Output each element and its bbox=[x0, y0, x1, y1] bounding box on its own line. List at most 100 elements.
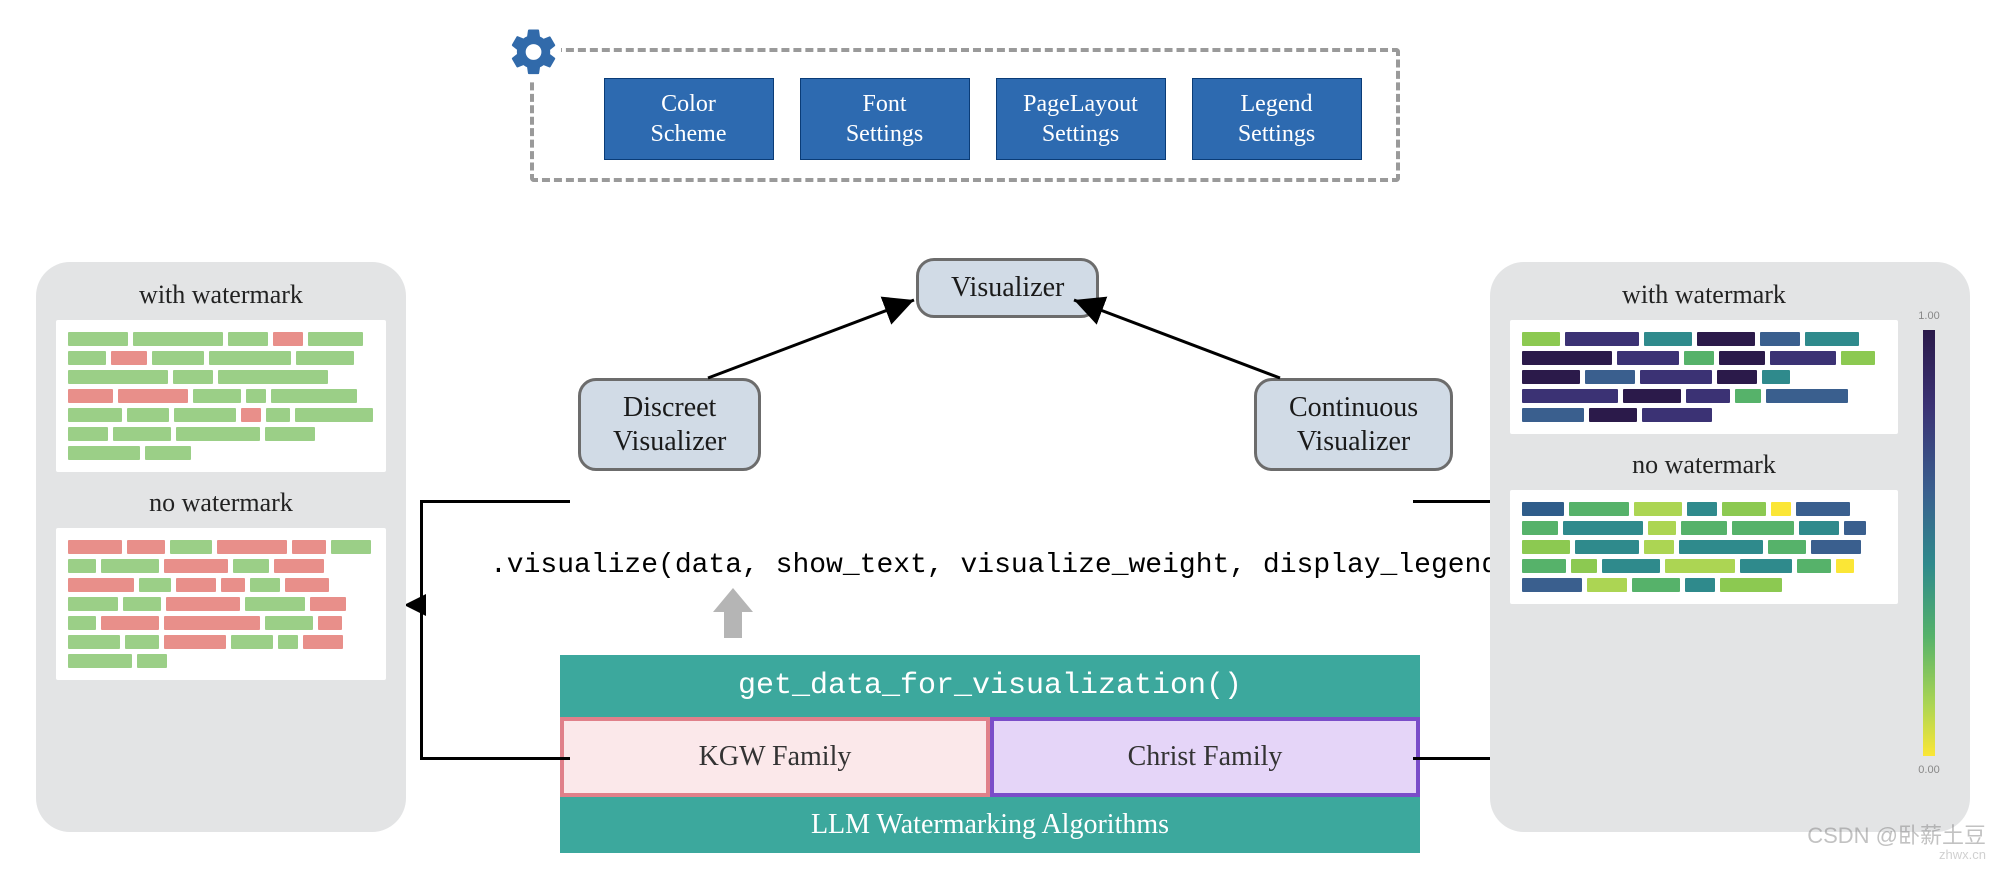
setting-color-scheme[interactable]: Color Scheme bbox=[604, 78, 774, 160]
token-bar bbox=[118, 389, 188, 403]
token-bar bbox=[1623, 389, 1681, 403]
token-bar bbox=[1522, 578, 1582, 592]
right-no-title: no watermark bbox=[1510, 450, 1898, 480]
right-with-tokens bbox=[1510, 320, 1898, 434]
token-bar bbox=[1565, 332, 1639, 346]
page-watermark: CSDN @卧薪土豆 zhwx.cn bbox=[1807, 824, 1986, 862]
token-bar bbox=[1648, 521, 1676, 535]
token-bar bbox=[68, 635, 120, 649]
token-bar bbox=[1665, 559, 1735, 573]
token-bar bbox=[271, 389, 357, 403]
token-bar bbox=[233, 559, 269, 573]
continuous-l2: Visualizer bbox=[1297, 426, 1410, 457]
left-with-tokens bbox=[56, 320, 386, 472]
settings-buttons-row: Color Scheme Font Settings PageLayout Se… bbox=[599, 78, 1366, 160]
token-bar bbox=[68, 578, 134, 592]
token-bar bbox=[1575, 540, 1639, 554]
continuous-output-panel: with watermark no watermark 1.00 0.00 bbox=[1490, 262, 1970, 832]
token-bar bbox=[1563, 521, 1643, 535]
token-bar bbox=[1719, 351, 1765, 365]
christ-family-box: Christ Family bbox=[990, 717, 1420, 797]
discreet-l1: Discreet bbox=[623, 392, 716, 423]
token-bar bbox=[1797, 559, 1831, 573]
token-bar bbox=[1522, 502, 1564, 516]
cb-tick: 0.00 bbox=[1918, 764, 1939, 776]
setting-legend[interactable]: Legend Settings bbox=[1192, 78, 1362, 160]
token-bar bbox=[1770, 351, 1836, 365]
token-bar bbox=[173, 370, 213, 384]
token-bar bbox=[145, 446, 191, 460]
setting-line2: Scheme bbox=[651, 121, 727, 147]
algorithm-stack: get_data_for_visualization() KGW Family … bbox=[560, 655, 1420, 853]
left-connector bbox=[420, 500, 570, 760]
setting-line2: Settings bbox=[1238, 121, 1315, 147]
token-bar bbox=[1522, 351, 1612, 365]
discrete-output-panel: with watermark no watermark bbox=[36, 262, 406, 832]
token-bar bbox=[273, 332, 303, 346]
token-bar bbox=[303, 635, 343, 649]
discreet-l2: Visualizer bbox=[613, 426, 726, 457]
token-bar bbox=[68, 597, 118, 611]
algo-bar: LLM Watermarking Algorithms bbox=[560, 797, 1420, 853]
kgw-family-box: KGW Family bbox=[560, 717, 990, 797]
token-bar bbox=[166, 597, 240, 611]
token-bar bbox=[68, 427, 108, 441]
continuous-visualizer-box: Continuous Visualizer bbox=[1254, 378, 1453, 471]
setting-line2: Settings bbox=[1042, 121, 1119, 147]
token-bar bbox=[1687, 502, 1717, 516]
gear-icon-wrap bbox=[507, 25, 561, 79]
setting-pagelayout[interactable]: PageLayout Settings bbox=[996, 78, 1166, 160]
token-bar bbox=[174, 408, 236, 422]
token-bar bbox=[111, 351, 147, 365]
token-bar bbox=[123, 597, 161, 611]
gear-icon bbox=[507, 25, 561, 79]
discreet-visualizer-box: Discreet Visualizer bbox=[578, 378, 761, 471]
token-bar bbox=[221, 578, 245, 592]
token-bar bbox=[1642, 408, 1712, 422]
token-bar bbox=[1844, 521, 1866, 535]
token-bar bbox=[1796, 502, 1850, 516]
token-bar bbox=[1632, 578, 1680, 592]
token-bar bbox=[1717, 370, 1757, 384]
family-row: KGW Family Christ Family bbox=[560, 717, 1420, 797]
token-bar bbox=[137, 654, 167, 668]
token-bar bbox=[1841, 351, 1875, 365]
token-bar bbox=[1569, 502, 1629, 516]
right-with-title: with watermark bbox=[1510, 280, 1898, 310]
token-bar bbox=[209, 351, 291, 365]
token-bar bbox=[1522, 389, 1618, 403]
setting-line1: Font bbox=[862, 91, 906, 117]
token-bar bbox=[1602, 559, 1660, 573]
token-bar bbox=[1685, 578, 1715, 592]
setting-line1: Color bbox=[661, 91, 716, 117]
token-bar bbox=[1522, 408, 1584, 422]
token-bar bbox=[68, 351, 106, 365]
token-bar bbox=[250, 578, 280, 592]
token-bar bbox=[176, 427, 260, 441]
kgw-label: KGW Family bbox=[699, 741, 852, 773]
token-bar bbox=[1681, 521, 1727, 535]
token-bar bbox=[292, 540, 326, 554]
token-bar bbox=[1522, 521, 1558, 535]
token-bar bbox=[68, 408, 122, 422]
token-bar bbox=[1762, 370, 1790, 384]
token-bar bbox=[218, 370, 328, 384]
token-bar bbox=[133, 332, 223, 346]
token-bar bbox=[318, 616, 342, 630]
christ-label: Christ Family bbox=[1128, 741, 1283, 773]
token-bar bbox=[278, 635, 298, 649]
token-bar bbox=[310, 597, 346, 611]
token-bar bbox=[308, 332, 363, 346]
token-bar bbox=[217, 540, 287, 554]
token-bar bbox=[1768, 540, 1806, 554]
token-bar bbox=[101, 616, 159, 630]
token-bar bbox=[127, 408, 169, 422]
token-bar bbox=[285, 578, 329, 592]
token-bar bbox=[1644, 332, 1692, 346]
setting-font[interactable]: Font Settings bbox=[800, 78, 970, 160]
token-bar bbox=[1740, 559, 1792, 573]
token-bar bbox=[176, 578, 216, 592]
token-bar bbox=[1766, 389, 1848, 403]
token-bar bbox=[1644, 540, 1674, 554]
token-bar bbox=[1771, 502, 1791, 516]
